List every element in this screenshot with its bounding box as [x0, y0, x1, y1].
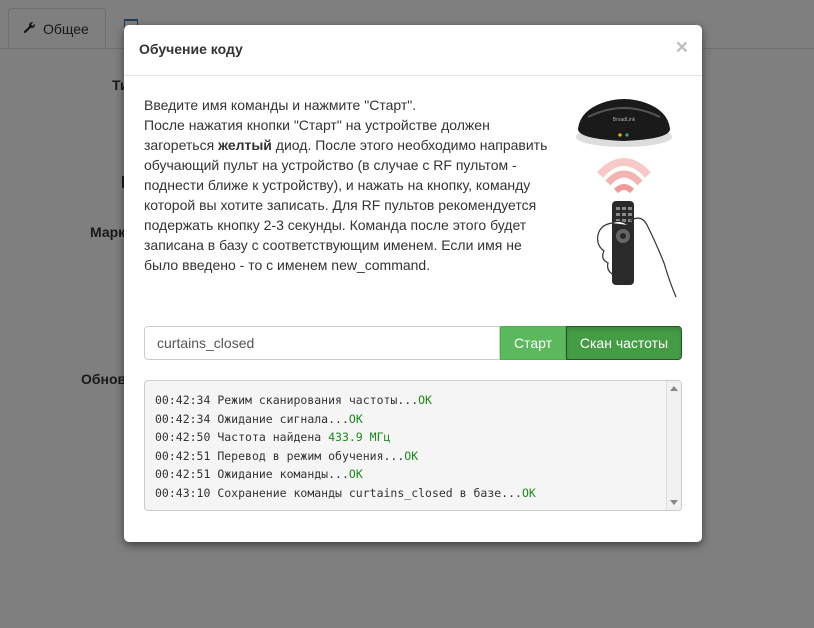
log-status: OK: [418, 393, 432, 407]
log-value: 433.9 МГц: [328, 430, 391, 445]
modal-title: Обучение коду: [139, 41, 243, 57]
instructions-part2: диод. После этого необходимо направить о…: [144, 137, 548, 273]
log-status: OK: [348, 411, 363, 426]
start-button[interactable]: Старт: [500, 326, 566, 360]
scroll-up-icon[interactable]: [670, 386, 678, 391]
log-message: Режим сканирования частоты...: [217, 393, 419, 407]
log-scrollbar[interactable]: [666, 381, 681, 510]
log-line: 00:42:34 Ожидание сигнала...OK: [155, 410, 536, 429]
log-message: Перевод в режим обучения...: [217, 448, 405, 463]
close-icon[interactable]: ×: [676, 37, 688, 58]
log-time: 00:42:34: [155, 393, 211, 407]
log-line: 00:42:50 Частота найдена 433.9 МГц: [155, 428, 536, 447]
log-output[interactable]: 00:42:34 Режим сканирования частоты...OK…: [144, 380, 682, 511]
log-time: 00:43:10: [155, 485, 211, 500]
log-message: Ожидание сигнала...: [217, 411, 349, 426]
log-status: OK: [521, 485, 536, 500]
log-lines: 00:42:34 Режим сканирования частоты...OK…: [155, 391, 536, 503]
log-time: 00:42:51: [155, 448, 211, 463]
log-line: 00:42:34 Режим сканирования частоты...OK: [155, 391, 536, 410]
log-message: Сохранение команды curtains_closed в баз…: [217, 485, 522, 500]
log-time: 00:42:51: [155, 467, 211, 482]
broadlink-device-icon: BroadLink: [576, 99, 677, 298]
modal-header: Обучение коду ×: [124, 25, 702, 76]
log-time: 00:42:34: [155, 411, 211, 426]
log-line: 00:42:51 Перевод в режим обучения...OK: [155, 447, 536, 466]
log-status: OK: [348, 467, 363, 482]
log-line: 00:42:51 Ожидание команды...OK: [155, 465, 536, 484]
learn-code-modal: Обучение коду × Введите имя команды и на…: [124, 25, 702, 542]
log-time: 00:42:50: [155, 430, 211, 445]
scan-frequency-button[interactable]: Скан частоты: [566, 326, 682, 360]
instructions-text: Введите имя команды и нажмите "Старт". П…: [144, 95, 554, 275]
log-line: 00:43:10 Сохранение команды curtains_clo…: [155, 484, 536, 503]
device-brand-label: BroadLink: [613, 117, 636, 123]
instructions-bold: желтый: [218, 137, 272, 153]
command-name-input[interactable]: [144, 326, 500, 360]
log-status: OK: [404, 448, 419, 463]
instructions-line1: Введите имя команды и нажмите "Старт".: [144, 97, 417, 113]
log-message: Частота найдена: [217, 430, 329, 445]
scroll-down-icon[interactable]: [670, 500, 678, 505]
command-input-group: Старт Скан частоты: [144, 326, 682, 360]
device-remote-illustration: BroadLink: [572, 93, 684, 299]
log-message: Ожидание команды...: [217, 467, 349, 482]
